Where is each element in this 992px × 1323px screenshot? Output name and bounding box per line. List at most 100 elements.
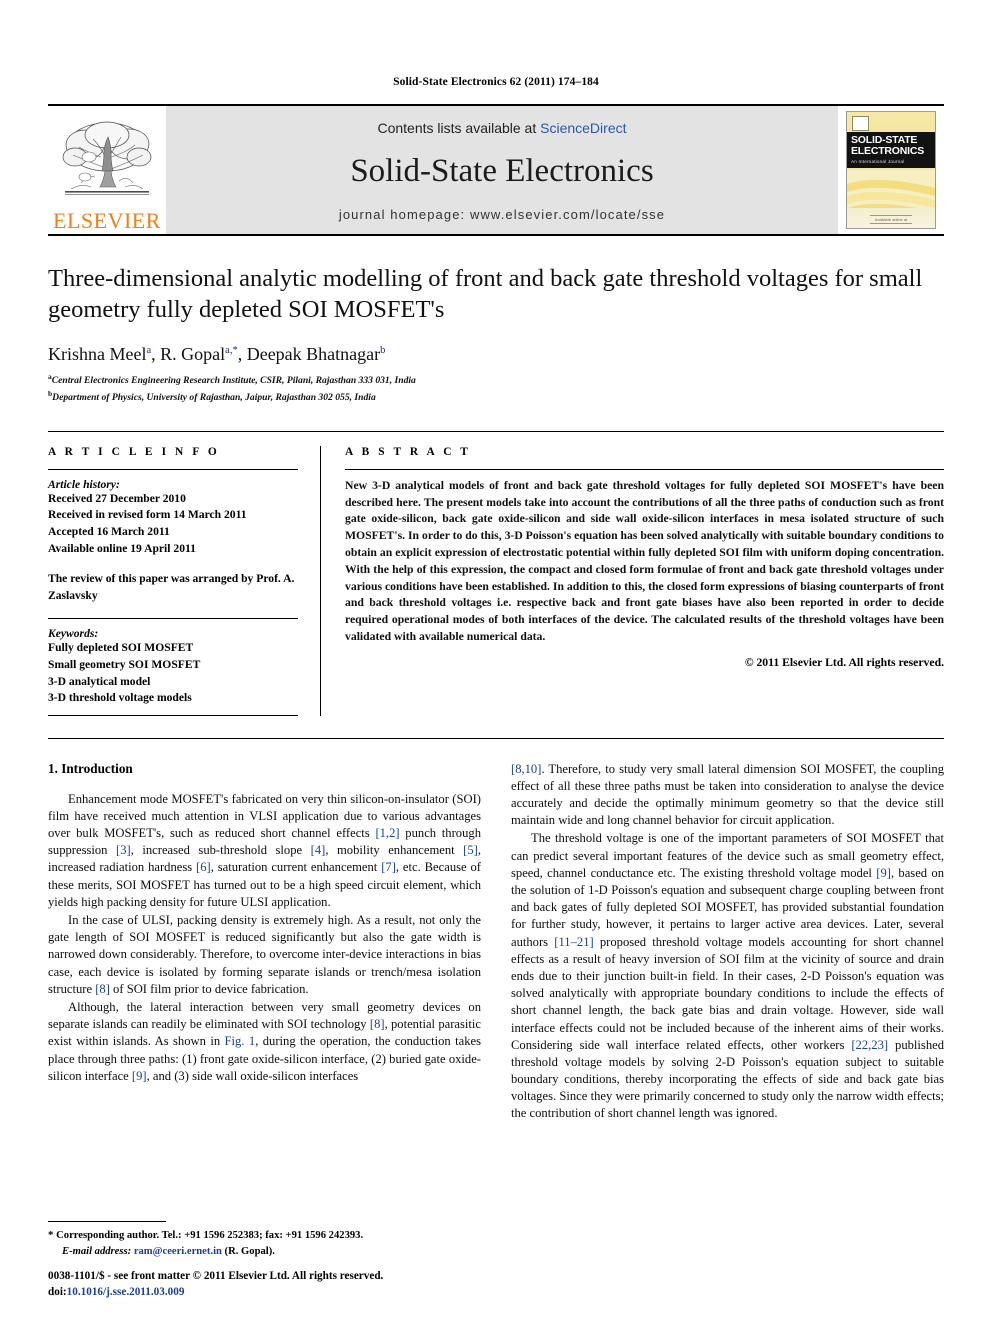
paragraph-text: , mobility enhancement bbox=[325, 843, 464, 858]
citation-link[interactable]: [4] bbox=[311, 843, 326, 857]
body-paragraph: In the case of ULSI, packing density is … bbox=[48, 912, 481, 998]
email-link[interactable]: ram@ceeri.ernet.in bbox=[134, 1246, 222, 1257]
journal-title: Solid-State Electronics bbox=[350, 153, 654, 189]
article-info-column: A R T I C L E I N F O Article history: R… bbox=[48, 446, 320, 716]
footnote-rule bbox=[48, 1220, 166, 1222]
cover-footer: Available online at bbox=[847, 214, 935, 225]
paragraph-text: , saturation current enhancement bbox=[210, 860, 382, 875]
cover-elsevier-mark-icon bbox=[852, 116, 869, 131]
elsevier-wordmark: ELSEVIER bbox=[53, 208, 161, 233]
running-head: Solid-State Electronics 62 (2011) 174–18… bbox=[393, 76, 599, 88]
citation-link[interactable]: [1,2] bbox=[375, 826, 399, 840]
email-label: E-mail address: bbox=[62, 1245, 132, 1257]
masthead-center: Contents lists available at ScienceDirec… bbox=[166, 106, 838, 234]
history-item: Available online 19 April 2011 bbox=[48, 541, 196, 555]
masthead-bottom-rule bbox=[48, 234, 944, 236]
section-heading-introduction: 1. Introduction bbox=[48, 760, 133, 776]
history-item: Received in revised form 14 March 2011 bbox=[48, 508, 247, 522]
citation-link[interactable]: [11–21] bbox=[554, 935, 593, 949]
citation-link[interactable]: [8] bbox=[95, 982, 110, 996]
doi-link[interactable]: 10.1016/j.sse.2011.03.009 bbox=[67, 1286, 185, 1298]
article-history-label: Article history: bbox=[48, 477, 120, 491]
keyword-item: Small geometry SOI MOSFET bbox=[48, 657, 201, 671]
abstract-heading: A B S T R A C T bbox=[345, 445, 471, 458]
affiliation-text: Department of Physics, University of Raj… bbox=[52, 392, 376, 403]
article-history-block: Article history: Received 27 December 20… bbox=[48, 478, 298, 557]
doi-line: doi:10.1016/j.sse.2011.03.009 bbox=[48, 1285, 568, 1301]
body-paragraph: The threshold voltage is one of the impo… bbox=[511, 830, 944, 1122]
cover-footer-text: Available online at bbox=[874, 217, 908, 222]
info-abstract-region: A R T I C L E I N F O Article history: R… bbox=[48, 430, 944, 716]
cover-subtitle: An International Journal bbox=[851, 158, 905, 164]
history-item: Received 27 December 2010 bbox=[48, 491, 186, 505]
abstract-rule bbox=[345, 468, 944, 470]
keyword-item: 3-D analytical model bbox=[48, 674, 151, 688]
citation-link[interactable]: [22,23] bbox=[851, 1038, 888, 1052]
citation-link[interactable]: [9] bbox=[876, 866, 891, 880]
body-paragraph: [8,10]. Therefore, to study very small l… bbox=[511, 761, 944, 830]
citation-link[interactable]: [3] bbox=[116, 843, 131, 857]
citation-link[interactable]: Fig. 1 bbox=[225, 1034, 256, 1048]
front-matter-line: 0038-1101/$ - see front matter © 2011 El… bbox=[48, 1270, 384, 1283]
citation-link[interactable]: [5] bbox=[463, 843, 478, 857]
author-mark: a,* bbox=[225, 344, 238, 356]
body-region: 1. Introduction Enhancement mode MOSFET'… bbox=[48, 737, 944, 1124]
citation-link[interactable]: [8,10] bbox=[511, 762, 541, 776]
keyword-item: Fully depleted SOI MOSFET bbox=[48, 641, 194, 655]
history-item: Accepted 16 March 2011 bbox=[48, 525, 170, 539]
journal-masthead: ELSEVIER Contents lists available at Sci… bbox=[48, 104, 944, 234]
paragraph-text: . Therefore, to study very small lateral… bbox=[511, 761, 944, 828]
article-info-rule bbox=[48, 468, 298, 470]
cover-title-band: SOLID-STATE ELECTRONICS An International… bbox=[847, 132, 935, 168]
paragraph-text: of SOI film prior to device fabrication. bbox=[109, 981, 309, 996]
contents-prefix: Contents lists available at bbox=[377, 120, 541, 136]
paragraph-text: , and (3) side wall oxide-silicon interf… bbox=[146, 1068, 359, 1083]
email-suffix: (R. Gopal). bbox=[221, 1245, 275, 1257]
corresponding-author-text: Corresponding author. Tel.: +91 1596 252… bbox=[53, 1229, 364, 1241]
author-name: R. Gopal bbox=[160, 343, 226, 364]
journal-cover-thumbnail: SOLID-STATE ELECTRONICS An International… bbox=[838, 106, 944, 234]
abstract-column: A B S T R A C T New 3-D analytical model… bbox=[320, 445, 944, 716]
paragraph-text: , increased sub-threshold slope bbox=[130, 843, 311, 858]
body-right-column: [8,10]. Therefore, to study very small l… bbox=[511, 761, 944, 1124]
citation-link[interactable]: [9] bbox=[132, 1069, 147, 1083]
keywords-label: Keywords: bbox=[48, 627, 99, 641]
keyword-item: 3-D threshold voltage models bbox=[48, 691, 192, 705]
affiliation: aCentral Electronics Engineering Researc… bbox=[48, 372, 944, 388]
paragraph-text: proposed threshold voltage models accoun… bbox=[511, 934, 944, 1052]
body-paragraph: Enhancement mode MOSFET's fabricated on … bbox=[48, 791, 481, 911]
right-paragraphs: [8,10]. Therefore, to study very small l… bbox=[511, 761, 944, 1123]
abstract-copyright: © 2011 Elsevier Ltd. All rights reserved… bbox=[744, 655, 944, 669]
elsevier-logo: ELSEVIER bbox=[48, 106, 166, 234]
author-mark: b bbox=[380, 344, 386, 356]
review-note-block: The review of this paper was arranged by… bbox=[48, 571, 298, 604]
abstract-text: New 3-D analytical models of front and b… bbox=[345, 478, 944, 643]
article-info-heading: A R T I C L E I N F O bbox=[48, 445, 220, 458]
contents-available-line: Contents lists available at ScienceDirec… bbox=[377, 120, 626, 136]
corresponding-author-line: * Corresponding author. Tel.: +91 1596 2… bbox=[48, 1228, 481, 1244]
left-paragraphs: Enhancement mode MOSFET's fabricated on … bbox=[48, 791, 481, 1085]
elsevier-tree-icon bbox=[59, 117, 155, 209]
corresponding-author-footnote: * Corresponding author. Tel.: +91 1596 2… bbox=[48, 1220, 481, 1259]
sciencedirect-link[interactable]: ScienceDirect bbox=[540, 120, 626, 136]
author-list: Krishna Meela, R. Gopala,*, Deepak Bhatn… bbox=[48, 343, 386, 364]
keywords-block: Keywords: Fully depleted SOI MOSFET Smal… bbox=[48, 618, 298, 706]
body-left-column: 1. Introduction Enhancement mode MOSFET'… bbox=[48, 761, 481, 1124]
affiliation-text: Central Electronics Engineering Research… bbox=[51, 374, 416, 386]
author-name: Deepak Bhatnagar bbox=[246, 343, 381, 364]
cover-wave-graphic bbox=[847, 170, 935, 208]
author-mark: a bbox=[146, 344, 152, 356]
cover-title-line2: ELECTRONICS bbox=[851, 144, 925, 157]
review-note: The review of this paper was arranged by… bbox=[48, 572, 295, 602]
doi-label: doi: bbox=[48, 1286, 67, 1299]
page-title: Three-dimensional analytic modelling of … bbox=[48, 265, 923, 323]
journal-homepage[interactable]: journal homepage: www.elsevier.com/locat… bbox=[339, 207, 665, 222]
citation-link[interactable]: [8] bbox=[370, 1017, 385, 1031]
email-line: E-mail address: ram@ceeri.ernet.in (R. G… bbox=[48, 1244, 481, 1259]
keywords-bottom-rule bbox=[48, 714, 298, 716]
author-name: Krishna Meel bbox=[48, 343, 147, 364]
citation-link[interactable]: [6] bbox=[196, 860, 211, 874]
page-footer: 0038-1101/$ - see front matter © 2011 El… bbox=[48, 1269, 568, 1301]
citation-link[interactable]: [7] bbox=[381, 860, 396, 874]
body-paragraph: Although, the lateral interaction betwee… bbox=[48, 999, 481, 1085]
